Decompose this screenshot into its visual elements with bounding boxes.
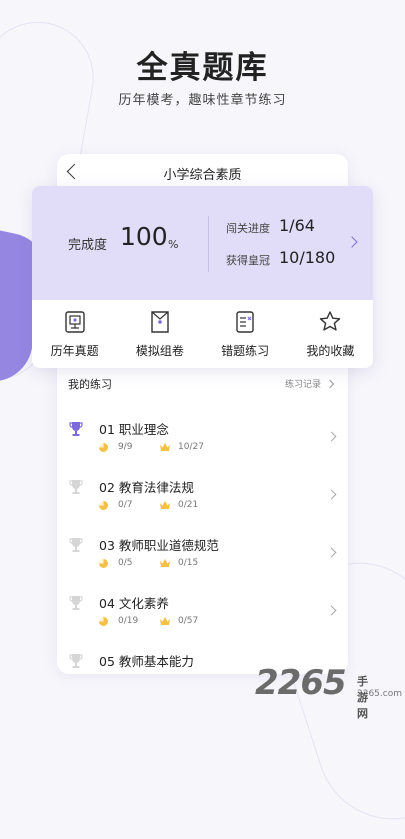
done-count: 0/5 <box>118 558 133 568</box>
trophy-icon <box>69 596 83 610</box>
completion-value: 100 <box>120 222 168 251</box>
watermark-number: 2265 <box>255 663 347 703</box>
progress-pie-icon <box>99 559 108 568</box>
progress-pie-icon <box>99 501 108 510</box>
past-exam-icon <box>64 311 85 333</box>
trophy-icon <box>69 538 83 552</box>
hero-subtitle: 历年模考，趣味性章节练习 <box>118 93 287 108</box>
screen-title: 小学综合素质 <box>163 168 242 183</box>
done-count: 0/7 <box>118 500 133 510</box>
shortcut-wrong-questions[interactable]: 错题练习 <box>203 300 288 368</box>
chevron-right-icon[interactable] <box>346 236 358 248</box>
shortcut-bar: 历年真题 模拟组卷 错题练习 我的收藏 <box>32 300 373 368</box>
practice-section-header: 我的练习 练习记录 <box>68 376 337 396</box>
crown-value: 10/180 <box>279 248 336 267</box>
crown-count: 0/15 <box>178 558 199 568</box>
chevron-right-icon <box>326 605 337 616</box>
completion-label: 完成度 <box>68 238 108 253</box>
item-title: 03 教师职业道德规范 <box>99 538 219 553</box>
crown-count: 0/21 <box>178 500 199 510</box>
section-title: 我的练习 <box>68 378 112 391</box>
list-item[interactable]: 01 职业理念 9/9 10/27 <box>57 406 348 464</box>
trophy-icon <box>69 480 83 494</box>
crown-icon <box>160 501 170 509</box>
shortcut-label: 历年真题 <box>50 344 99 358</box>
chevron-right-icon <box>326 431 337 442</box>
shortcut-mock-paper[interactable]: 模拟组卷 <box>117 300 202 368</box>
completion-unit: % <box>168 238 179 251</box>
level-label: 闯关进度 <box>226 222 270 235</box>
done-count: 0/19 <box>118 616 139 626</box>
item-title: 05 教师基本能力 <box>99 654 194 669</box>
practice-list: 01 职业理念 9/9 10/27 02 教育法律法规 0/7 0/21 03 … <box>57 406 348 674</box>
divider <box>208 216 209 272</box>
list-item[interactable]: 04 文化素养 0/19 0/57 <box>57 580 348 638</box>
crown-label: 获得皇冠 <box>226 254 270 267</box>
list-item[interactable]: 02 教育法律法规 0/7 0/21 <box>57 464 348 522</box>
chevron-right-icon <box>326 547 337 558</box>
shortcut-past-exams[interactable]: 历年真题 <box>32 300 117 368</box>
star-icon <box>320 311 341 331</box>
crown-count: 0/57 <box>178 616 199 626</box>
stats-card: 完成度 100 % 闯关进度 1/64 获得皇冠 10/180 历年真题 模拟组… <box>32 186 373 368</box>
shortcut-favorites[interactable]: 我的收藏 <box>288 300 373 368</box>
list-item[interactable]: 03 教师职业道德规范 0/5 0/15 <box>57 522 348 580</box>
done-count: 9/9 <box>118 442 133 452</box>
chevron-right-icon <box>325 379 335 389</box>
shortcut-label: 模拟组卷 <box>135 344 184 358</box>
progress-pie-icon <box>99 617 108 626</box>
watermark-domain: 2265.com <box>357 689 402 699</box>
level-value: 1/64 <box>279 216 315 235</box>
trophy-icon <box>69 422 83 436</box>
item-title: 04 文化素养 <box>99 596 169 611</box>
mock-paper-icon <box>151 311 169 333</box>
shortcut-label: 错题练习 <box>221 344 270 358</box>
wrong-question-icon <box>236 311 254 333</box>
progress-pie-icon <box>99 443 108 452</box>
hero-title: 全真题库 <box>136 50 269 86</box>
shortcut-label: 我的收藏 <box>306 344 355 358</box>
crown-icon <box>160 559 170 567</box>
crown-icon <box>160 443 170 451</box>
crown-count: 10/27 <box>178 442 204 452</box>
trophy-icon <box>69 654 83 668</box>
progress-summary[interactable]: 完成度 100 % 闯关进度 1/64 获得皇冠 10/180 <box>32 186 373 300</box>
item-title: 02 教育法律法规 <box>99 480 194 495</box>
practice-record-link[interactable]: 练习记录 <box>285 377 321 390</box>
chevron-right-icon <box>326 489 337 500</box>
item-title: 01 职业理念 <box>99 422 169 437</box>
crown-icon <box>160 617 170 625</box>
